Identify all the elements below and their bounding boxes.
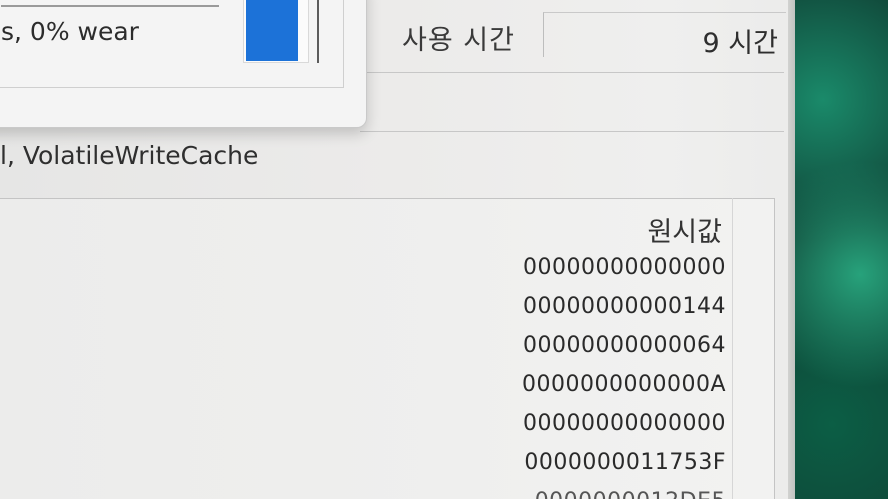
popup-divider [1, 5, 219, 7]
health-popup: s, 0% wear [0, 0, 367, 128]
health-bar-fill [246, 0, 298, 61]
desktop-background [795, 0, 888, 499]
features-value: l, VolatileWriteCache [0, 141, 259, 170]
table-row[interactable]: 0000000012DE5 [496, 489, 726, 499]
table-row[interactable]: 00000000000144 [496, 294, 726, 333]
table-row[interactable]: 00000000000064 [496, 333, 726, 372]
usage-time-label: 사용 시간 [402, 25, 515, 56]
column-divider [732, 198, 733, 499]
table-row[interactable]: 00000000000000 [496, 255, 726, 294]
table-row[interactable]: 0000000011753F [496, 450, 726, 489]
screen: 사용 시간 9 시간 l, VolatileWriteCache 원시값 000… [0, 0, 888, 499]
divider [360, 131, 784, 132]
table-row[interactable]: 00000000000000 [496, 411, 726, 450]
table-row[interactable]: 0000000000000A [496, 372, 726, 411]
wear-status-text: s, 0% wear [1, 17, 139, 46]
health-bar [243, 0, 309, 63]
raw-value-column-header[interactable]: 원시값 [647, 210, 722, 249]
usage-time-field: 9 시간 [543, 12, 786, 59]
usage-time-value: 9 시간 [702, 28, 778, 59]
popup-scrollbar[interactable] [317, 0, 319, 63]
raw-value-column: 00000000000000 00000000000144 0000000000… [496, 255, 726, 499]
divider [360, 72, 784, 73]
